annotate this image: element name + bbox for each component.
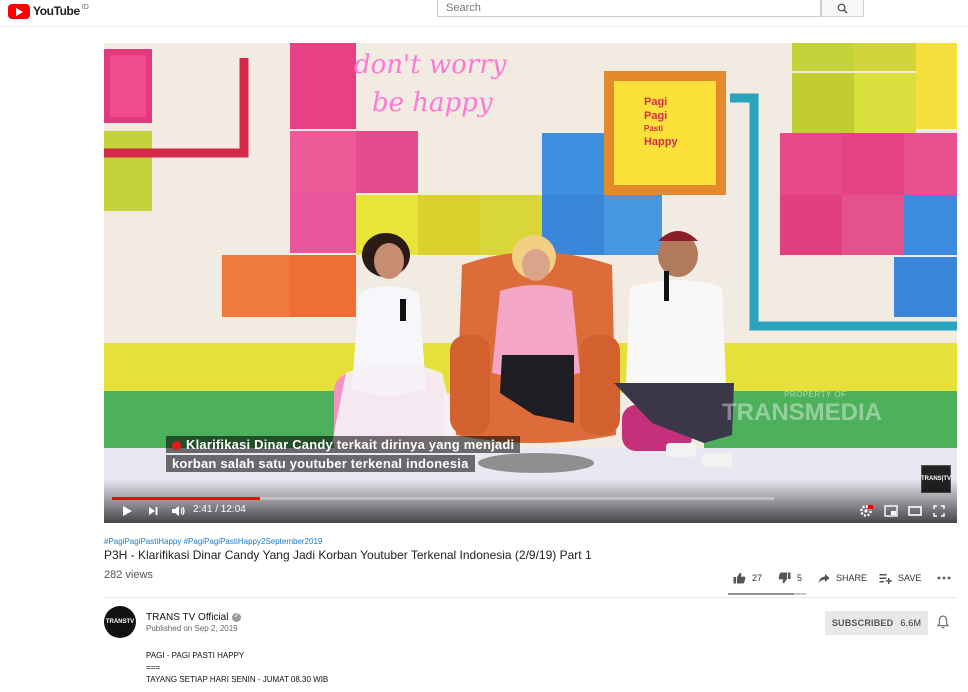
time-display: 2:41 / 12:04 [193, 504, 246, 515]
description-line: PAGI - PAGI PASTI HAPPY [146, 651, 245, 660]
subtitle-line-1: Klarifikasi Dinar Candy terkait dirinya … [166, 436, 521, 453]
thumbs-up-icon [733, 572, 746, 584]
dislike-count: 5 [797, 573, 803, 583]
hashtag-links[interactable]: #PagiPagiPastiHappy #PagiPagiPastiHappy2… [104, 537, 322, 546]
logo-text: YouTube [33, 4, 80, 18]
save-label: SAVE [898, 573, 922, 583]
save-button[interactable]: SAVE [879, 571, 921, 585]
notification-bell-button[interactable] [936, 615, 950, 634]
play-icon [123, 506, 132, 516]
theater-mode-icon [908, 506, 922, 516]
masthead: YouTube ID [0, 0, 968, 27]
watermark-property: PROPERTY OF [784, 390, 847, 399]
video-player[interactable]: don't worry be happy Pagi Pagi Pasti Hap… [104, 43, 957, 523]
next-button[interactable] [144, 503, 162, 519]
miniplayer-icon [884, 505, 898, 517]
subscribe-label: SUBSCRIBED [831, 618, 894, 628]
miniplayer-button[interactable] [881, 503, 901, 519]
show-logo-line-4: Happy [644, 136, 679, 148]
subtitle-overlay: Klarifikasi Dinar Candy terkait dirinya … [166, 436, 726, 474]
set-sign-text-1: don't worry [354, 50, 507, 80]
mute-button[interactable] [168, 503, 188, 519]
subscriber-count: 6.6M [900, 618, 922, 628]
thumbs-down-icon [778, 572, 791, 584]
more-horizontal-icon [937, 576, 951, 580]
video-description: PAGI - PAGI PASTI HAPPY === TAYANG SETIA… [146, 650, 328, 686]
like-button[interactable]: 27 [733, 571, 762, 585]
share-label: SHARE [836, 573, 868, 583]
subtitle-line-2: korban salah satu youtuber terkenal indo… [166, 455, 475, 472]
show-logo-line-2: Pagi [644, 110, 667, 122]
like-count: 27 [752, 573, 763, 583]
progress-bar[interactable] [112, 497, 774, 500]
search-icon [837, 3, 848, 14]
dislike-button[interactable]: 5 [778, 571, 802, 585]
record-dot-icon [172, 441, 181, 451]
description-line: TAYANG SETIAP HARI SENIN - JUMAT 08.30 W… [146, 675, 329, 684]
youtube-logo[interactable]: YouTube ID [8, 3, 89, 19]
theater-mode-button[interactable] [905, 503, 925, 519]
sentiment-like-fill [728, 593, 794, 595]
more-actions-button[interactable] [937, 571, 951, 585]
verified-check-icon [232, 611, 242, 622]
play-button[interactable] [118, 503, 136, 519]
volume-icon [172, 506, 185, 516]
next-icon [149, 507, 158, 515]
add-to-playlist-icon [879, 573, 892, 584]
subscribe-button[interactable]: SUBSCRIBED 6.6M [825, 611, 928, 635]
show-logo-line-1: Pagi [644, 96, 667, 108]
share-button[interactable]: SHARE [818, 571, 867, 585]
channel-avatar[interactable]: TRANSTV [104, 606, 136, 638]
progress-played [112, 497, 260, 500]
description-line: === [146, 663, 161, 672]
video-title: P3H - Klarifikasi Dinar Candy Yang Jadi … [104, 548, 592, 562]
channel-name[interactable]: TRANS TV Official [146, 611, 242, 623]
search-button[interactable] [821, 0, 864, 17]
fullscreen-icon [933, 505, 945, 517]
view-count: 282 views [104, 569, 153, 581]
controls-gradient [104, 479, 957, 523]
show-logo-line-3: Pasti [644, 124, 663, 133]
logo-country-code: ID [81, 4, 89, 11]
search-input[interactable] [437, 0, 821, 17]
sentiment-bar [728, 593, 806, 595]
gear-icon [860, 505, 873, 517]
published-date: Published on Sep 2, 2019 [146, 624, 238, 633]
share-arrow-icon [818, 573, 830, 583]
settings-button[interactable] [856, 503, 876, 519]
set-sign-text-2: be happy [372, 88, 493, 118]
fullscreen-button[interactable] [929, 503, 949, 519]
watermark-brand: TRANSMEDIA [722, 399, 882, 426]
youtube-play-icon [8, 3, 30, 19]
divider [104, 597, 957, 598]
bell-icon [936, 615, 950, 629]
